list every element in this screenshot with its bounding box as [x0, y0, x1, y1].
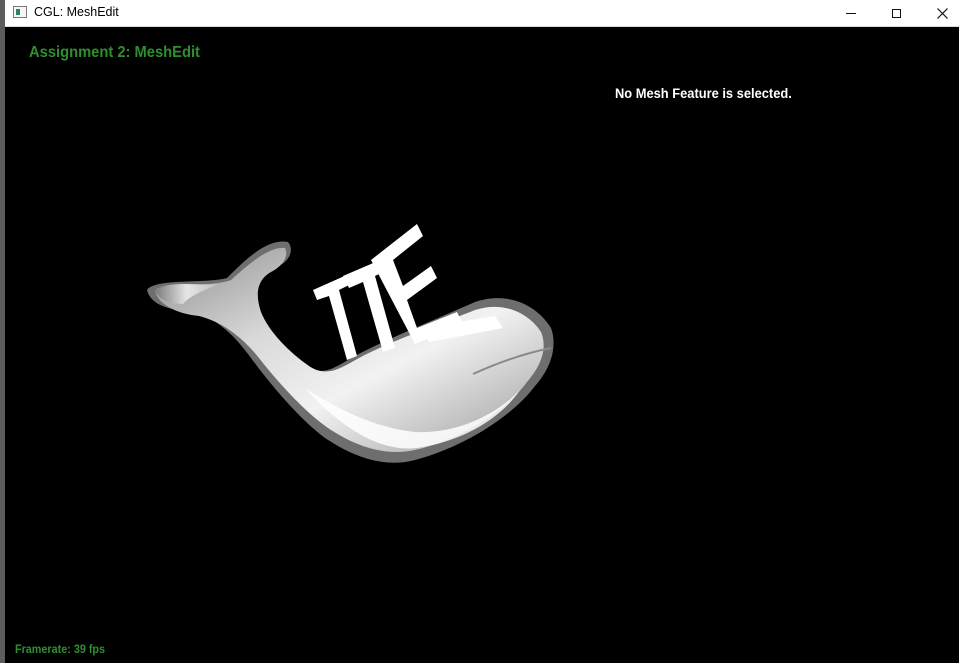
minimize-button[interactable] — [828, 0, 874, 26]
maximize-button[interactable] — [873, 0, 919, 26]
mesh-model[interactable] — [5, 28, 959, 663]
window-title: CGL: MeshEdit — [34, 5, 119, 19]
render-viewport[interactable]: Assignment 2: MeshEdit No Mesh Feature i… — [5, 28, 959, 663]
close-button[interactable] — [919, 0, 959, 26]
framerate-readout: Framerate: 39 fps — [15, 642, 106, 656]
close-icon — [936, 7, 948, 19]
maximize-icon — [891, 8, 901, 18]
window-titlebar[interactable]: CGL: MeshEdit — [5, 0, 959, 27]
app-window-icon — [13, 6, 27, 18]
minimize-icon — [846, 12, 856, 14]
